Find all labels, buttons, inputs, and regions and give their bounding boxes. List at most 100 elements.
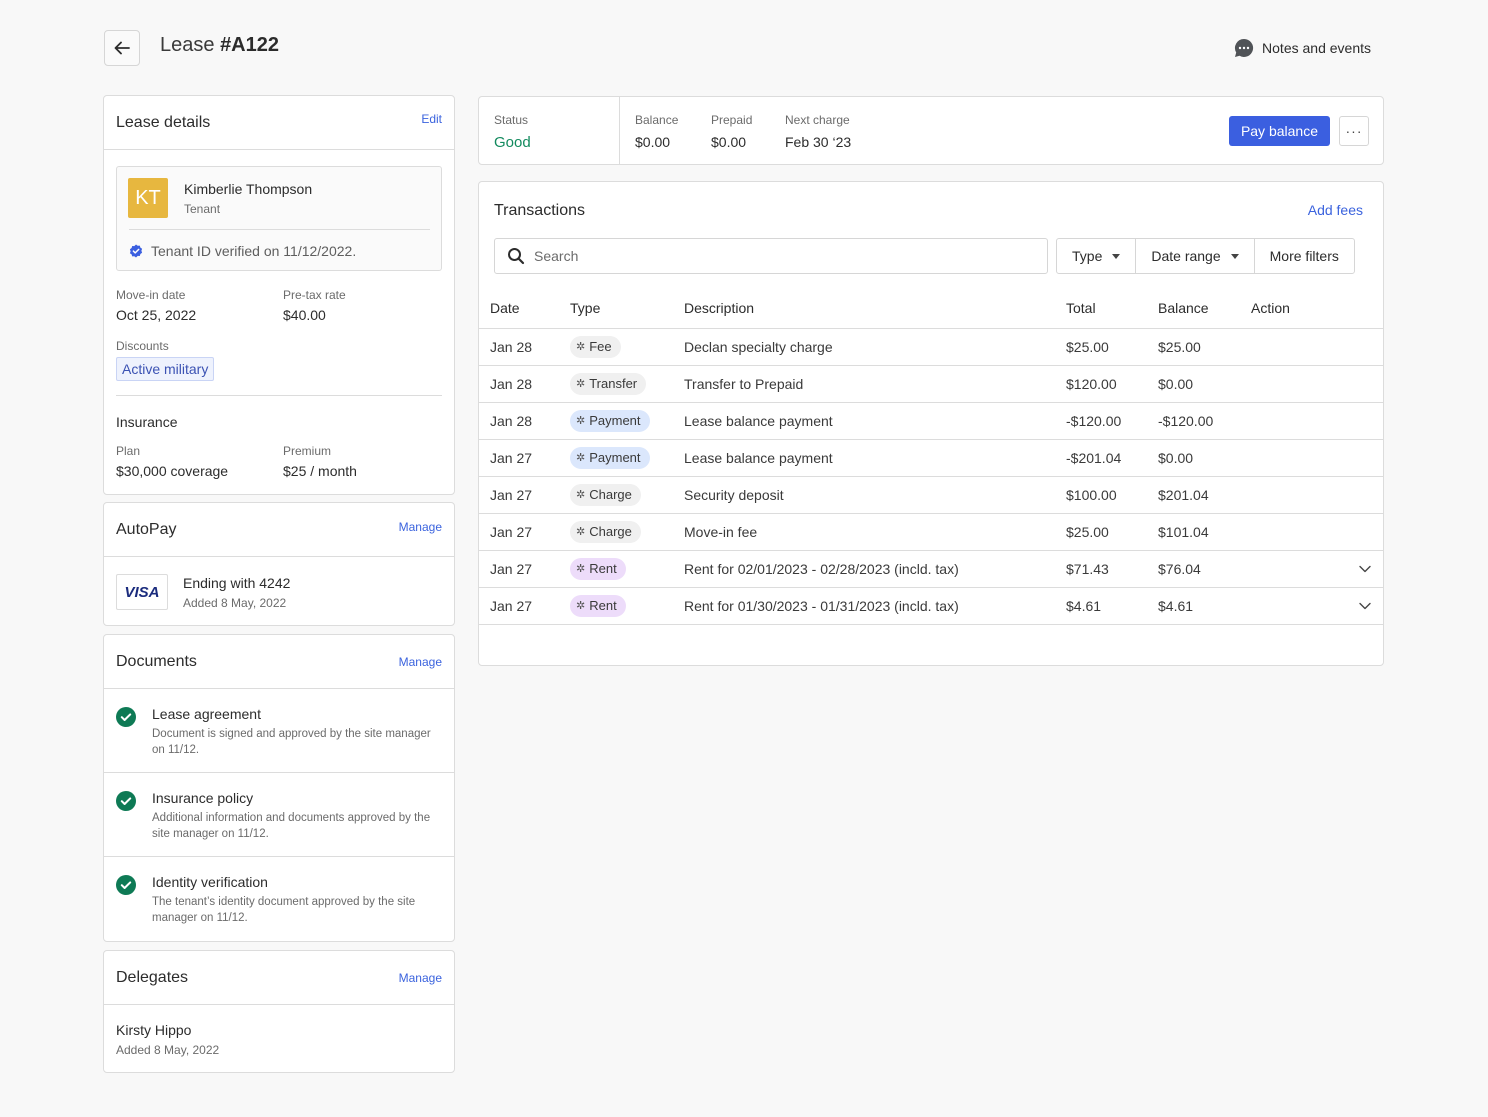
caret-down-icon [1230,253,1239,259]
lease-details-card: Lease details Edit KT Kimberlie Thompson… [103,95,455,495]
column-header-balance[interactable]: Balance [1158,288,1251,329]
table-row[interactable]: Jan 27 ✲ Payment Lease balance payment -$201… [479,439,1383,477]
type-chip: ✲ Rent [570,557,626,580]
more-filters-button[interactable]: More filters [1255,239,1354,273]
add-fees-link[interactable]: Add fees [1308,202,1363,218]
autopay-card: AutoPay Manage VISA Ending with 4242 Add… [103,502,455,626]
tenant-role: Tenant [184,202,221,216]
chevron-down-icon[interactable] [1359,602,1371,610]
move-in-date-value: Oct 25, 2022 [116,307,197,323]
plan-label: Plan [116,444,141,458]
cell-type: ✲ Rent [570,587,684,625]
manage-delegates-link[interactable]: Manage [399,971,442,985]
tenant-card: KT Kimberlie Thompson Tenant Tenant ID v… [116,166,442,271]
cell-total: $71.43 [1066,550,1158,588]
tenant-name: Kimberlie Thompson [184,181,313,197]
document-item[interactable]: Insurance policy Additional information a… [104,773,454,857]
cell-description: Rent for 01/30/2023 - 01/31/2023 (incld.… [684,587,1066,625]
cell-date: Jan 28 [479,365,570,403]
cell-total: -$201.04 [1066,439,1158,477]
cell-description: Move-in fee [684,513,1066,551]
column-header-action: Action [1251,288,1383,329]
column-header-description[interactable]: Description [684,288,1066,329]
cell-total: $25.00 [1066,328,1158,366]
status-value: Good [494,134,531,151]
cell-balance: $201.04 [1158,476,1251,514]
prepaid-label: Prepaid [711,113,753,127]
date-range-filter-dropdown[interactable]: Date range [1136,239,1255,273]
manage-documents-link[interactable]: Manage [399,655,442,669]
column-header-total[interactable]: Total [1066,288,1158,329]
cell-balance: $0.00 [1158,439,1251,477]
transactions-search[interactable] [494,238,1048,274]
discounts-label: Discounts [116,339,169,353]
balance-value: $0.00 [635,134,671,150]
search-input[interactable] [534,248,1014,264]
document-item[interactable]: Identity verification The tenant’s identi… [104,857,454,941]
type-chip: ✲ Charge [570,520,641,543]
check-circle-icon [116,875,136,895]
table-row[interactable]: Jan 28 ✲ Payment Lease balance payment -$120… [479,402,1383,440]
page-title-prefix: Lease [160,34,215,56]
table-header-row: Date Type Description Total Balance Acti… [479,288,1383,329]
cell-date: Jan 27 [479,513,570,551]
notes-and-events-button[interactable]: Notes and events [1234,38,1371,58]
cell-total: $25.00 [1066,513,1158,551]
divider [129,229,430,230]
type-label: Fee [589,339,612,354]
column-header-type[interactable]: Type [570,288,684,329]
table-row[interactable]: Jan 27 ✲ Charge Move-in fee $25.00 $101.04 [479,513,1383,551]
gear-icon: ✲ [576,526,586,538]
premium-value: $25 / month [283,463,357,479]
type-label: Payment [589,413,641,428]
check-circle-icon [116,791,136,811]
arrow-left-icon [114,41,130,55]
table-row[interactable]: Jan 28 ✲ Transfer Transfer to Prepaid $120.0… [479,365,1383,403]
manage-autopay-link[interactable]: Manage [399,520,442,534]
more-options-button[interactable]: ··· [1339,116,1369,146]
column-header-date[interactable]: Date [479,288,570,329]
table-row[interactable]: Jan 27 ✲ Charge Security deposit $100.00 $201… [479,476,1383,514]
transactions-title: Transactions [494,202,585,219]
delegates-card: Delegates Manage Kirsty Hippo Added 8 Ma… [103,950,455,1073]
document-item[interactable]: Lease agreement Document is signed and ap… [104,689,454,773]
table-row[interactable]: Jan 27 ✲ Rent Rent for 01/30/2023 - 01/31/2… [479,587,1383,625]
cell-balance: $25.00 [1158,328,1251,366]
chevron-down-icon[interactable] [1359,565,1371,573]
cell-type: ✲ Charge [570,513,684,551]
type-label: Charge [589,524,632,539]
autopay-header: AutoPay Manage [104,503,454,557]
cell-date: Jan 27 [479,439,570,477]
pretax-rate-value: $40.00 [283,307,326,323]
table-row[interactable]: Jan 27 ✲ Rent Rent for 02/01/2023 - 02/28/2… [479,550,1383,588]
chat-bubble-icon [1235,38,1254,57]
type-chip: ✲ Rent [570,594,626,617]
cell-action [1251,328,1383,366]
cell-type: ✲ Fee [570,328,684,366]
delegates-title: Delegates [116,968,189,986]
transactions-table: Date Type Description Total Balance Acti… [479,288,1383,625]
cell-date: Jan 27 [479,550,570,588]
ellipsis-icon: ··· [1345,123,1363,139]
edit-lease-link[interactable]: Edit [421,112,442,126]
type-label: Rent [589,598,617,613]
cell-date: Jan 27 [479,587,570,625]
cell-type: ✲ Payment [570,402,684,440]
pay-balance-button[interactable]: Pay balance [1228,116,1330,146]
documents-title: Documents [116,652,197,670]
insurance-title: Insurance [116,414,178,430]
balance-summary-bar: Status Good Balance $0.00 Prepaid $0.00 … [478,96,1384,165]
prepaid-value: $0.00 [711,134,747,150]
cell-total: $120.00 [1066,365,1158,403]
type-filter-dropdown[interactable]: Type [1057,239,1137,273]
back-button[interactable] [104,30,140,66]
cell-description: Transfer to Prepaid [684,365,1066,403]
documents-card: Documents Manage Lease agreement Document… [103,634,455,942]
check-circle-icon [116,707,136,727]
verified-badge-icon [129,244,143,258]
documents-header: Documents Manage [104,635,454,689]
delegate-name: Kirsty Hippo [116,1022,192,1038]
discount-chip[interactable]: Active military [116,357,215,381]
table-row[interactable]: Jan 28 ✲ Fee Declan specialty charge $25.00 $… [479,328,1383,366]
cell-date: Jan 28 [479,402,570,440]
